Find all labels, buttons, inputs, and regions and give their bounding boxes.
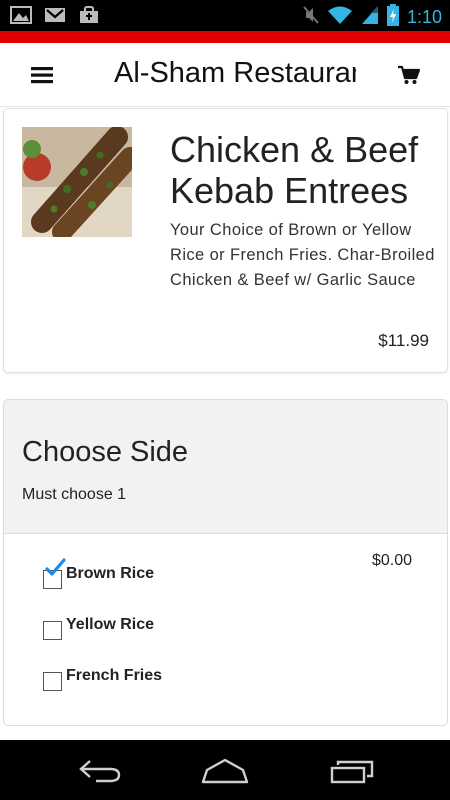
options-header: Choose Side Must choose 1 xyxy=(4,400,447,534)
system-nav-bar xyxy=(0,740,450,800)
notification-icons xyxy=(10,6,100,24)
back-button[interactable] xyxy=(70,754,130,788)
option-yellow-rice[interactable]: Yellow Rice xyxy=(42,614,412,646)
item-name: Chicken & Beef Kebab Entrees xyxy=(170,129,419,211)
app-bar: Al-Sham Restaurant xyxy=(0,43,450,107)
option-brown-rice[interactable]: Brown Rice $0.00 xyxy=(42,552,412,595)
checkmark-icon xyxy=(45,558,66,576)
back-icon xyxy=(79,760,121,783)
battery-charging-icon xyxy=(386,4,399,30)
option-label: Brown Rice xyxy=(66,565,155,582)
menu-button[interactable] xyxy=(28,61,56,89)
checkbox-french-fries[interactable] xyxy=(43,672,62,691)
wifi-icon xyxy=(327,5,353,29)
signal-icon xyxy=(361,5,379,29)
status-time: 1:10 xyxy=(406,6,442,27)
item-card: Chicken & Beef Kebab Entrees Your Choice… xyxy=(3,108,448,373)
gmail-notification-icon xyxy=(44,6,66,24)
option-label: Yellow Rice xyxy=(66,616,155,633)
options-title: Choose Side xyxy=(22,436,189,468)
shopping-bag-notification-icon xyxy=(78,6,100,24)
options-requirement: Must choose 1 xyxy=(22,486,127,503)
app-title: Al-Sham Restaurant xyxy=(114,57,356,89)
side-options-card: Choose Side Must choose 1 Brown Rice $0.… xyxy=(3,399,448,726)
recent-apps-icon xyxy=(330,760,374,784)
checkbox-yellow-rice[interactable] xyxy=(43,621,62,640)
home-button[interactable] xyxy=(195,754,255,788)
item-price: $11.99 xyxy=(378,331,429,350)
option-french-fries[interactable]: French Fries xyxy=(42,665,412,697)
option-price: $0.00 xyxy=(371,552,412,569)
image-notification-icon xyxy=(10,6,32,24)
accent-strip xyxy=(0,31,450,43)
home-icon xyxy=(201,758,249,784)
cart-button[interactable] xyxy=(394,61,424,89)
item-photo xyxy=(22,127,132,237)
status-bar: 1:10 xyxy=(0,0,450,31)
mute-icon xyxy=(303,6,319,28)
system-icons: 1:10 xyxy=(303,4,442,30)
option-label: French Fries xyxy=(66,667,163,684)
recent-apps-button[interactable] xyxy=(322,754,382,788)
hamburger-menu-icon xyxy=(31,67,53,84)
shopping-cart-icon xyxy=(398,65,420,84)
item-description: Your Choice of Brown or Yellow Rice or F… xyxy=(170,221,435,289)
